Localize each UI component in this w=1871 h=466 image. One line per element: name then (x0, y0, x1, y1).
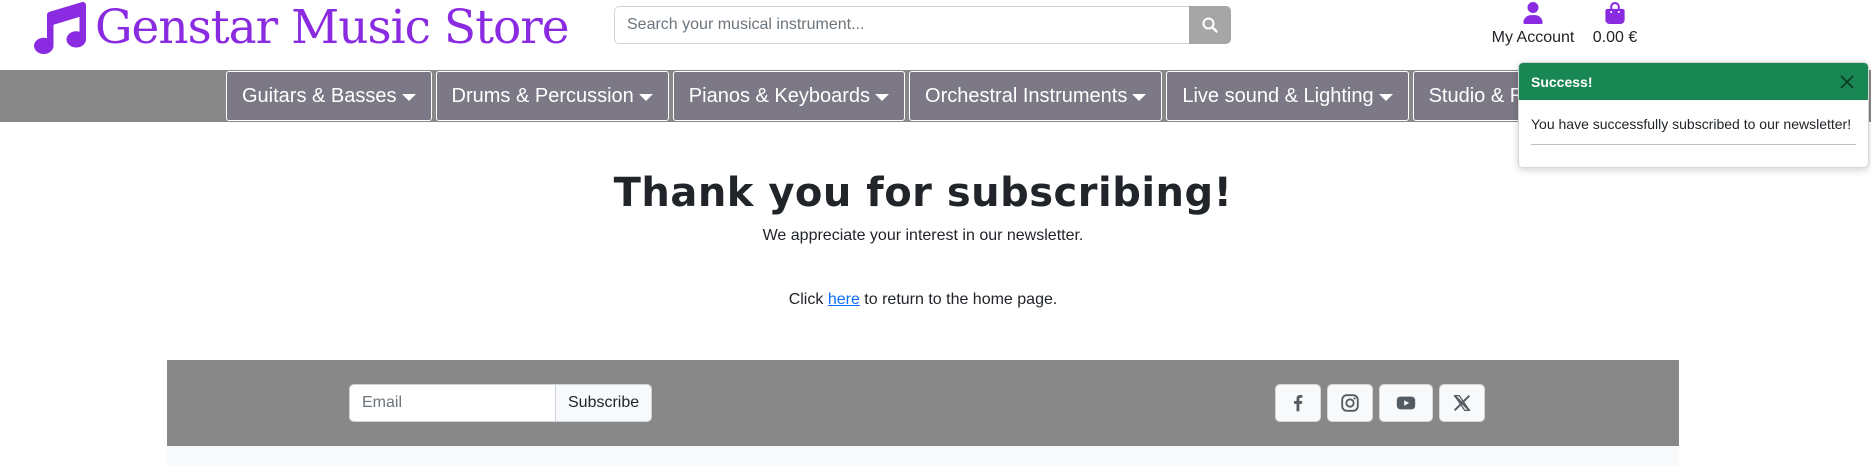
instagram-button[interactable] (1327, 384, 1373, 422)
nav-item-label: Drums & Percussion (451, 84, 634, 107)
home-link[interactable]: here (828, 291, 860, 308)
subscribe-button[interactable]: Subscribe (556, 384, 653, 422)
user-icon (1523, 2, 1543, 24)
nav-item-label: Pianos & Keyboards (688, 84, 871, 107)
my-account-link[interactable]: My Account (1490, 2, 1576, 47)
toast-message: You have successfully subscribed to our … (1531, 116, 1852, 132)
shopping-bag-icon (1605, 2, 1625, 24)
nav-item-guitars-basses[interactable]: Guitars & Basses (226, 71, 432, 121)
nav-item-label: Live sound & Lighting (1182, 84, 1374, 107)
search-bar (614, 6, 1231, 44)
site-header: Genstar Music Store My Account 0.00 € (0, 0, 1871, 70)
youtube-icon (1396, 396, 1416, 410)
nav-item-label: Guitars & Basses (242, 84, 397, 107)
x-button[interactable] (1439, 384, 1485, 422)
store-name: Genstar Music Store (95, 0, 570, 55)
return-suffix: to return to the home page. (864, 291, 1058, 308)
subtitle-text: We appreciate your interest in our newsl… (762, 227, 1084, 244)
facebook-icon (1294, 395, 1303, 412)
search-button[interactable] (1189, 6, 1231, 44)
page-title: Thank you for subscribing! (613, 170, 1233, 216)
newsletter-form: Subscribe (349, 384, 653, 422)
return-home-text: Click here to return to the home page. (0, 291, 1846, 309)
instagram-icon (1341, 394, 1359, 412)
toast-divider (1531, 144, 1856, 145)
caret-down-icon (401, 93, 416, 101)
search-icon (1202, 17, 1218, 33)
search-input[interactable] (614, 6, 1189, 44)
facebook-button[interactable] (1275, 384, 1321, 422)
logo-link[interactable]: Genstar Music Store (34, 0, 570, 56)
caret-down-icon (638, 93, 653, 101)
nav-item-drums-percussion[interactable]: Drums & Percussion (435, 71, 669, 121)
cart-link[interactable]: 0.00 € (1590, 2, 1640, 47)
toast-header: Success! (1519, 63, 1868, 100)
caret-down-icon (1132, 93, 1147, 101)
return-prefix: Click (788, 291, 824, 308)
caret-down-icon (875, 93, 890, 101)
cart-total: 0.00 € (1592, 29, 1638, 46)
social-links (1275, 384, 1491, 422)
close-icon[interactable] (1838, 73, 1856, 91)
music-note-icon (34, 2, 86, 54)
nav-item-pianos-keyboards[interactable]: Pianos & Keyboards (672, 71, 906, 121)
email-field[interactable] (349, 384, 556, 422)
footer-bottom-bar (167, 446, 1679, 466)
nav-item-label: Orchestral Instruments (925, 84, 1128, 107)
youtube-button[interactable] (1379, 384, 1433, 422)
toast-title: Success! (1531, 73, 1593, 90)
nav-item-orchestral-instruments[interactable]: Orchestral Instruments (909, 71, 1163, 121)
success-toast: Success! You have successfully subscribe… (1518, 62, 1869, 168)
x-icon (1453, 394, 1471, 412)
nav-item-live-sound-lighting[interactable]: Live sound & Lighting (1166, 71, 1409, 121)
my-account-label: My Account (1491, 29, 1575, 46)
site-footer: Subscribe (167, 360, 1679, 446)
caret-down-icon (1378, 93, 1393, 101)
